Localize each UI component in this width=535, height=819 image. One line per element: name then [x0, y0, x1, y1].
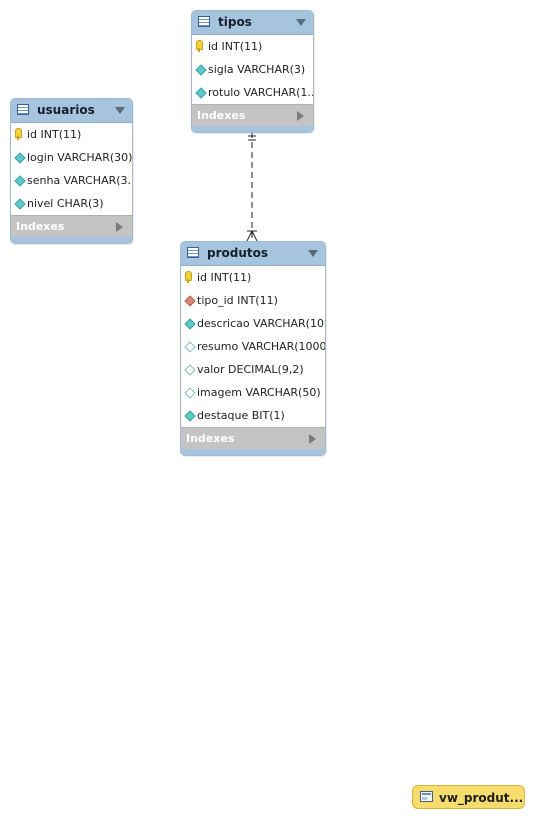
column-row[interactable]: imagem VARCHAR(50) — [181, 381, 325, 404]
view-vw-produtos[interactable]: vw_produt... — [412, 785, 525, 809]
table-header[interactable]: produtos — [181, 242, 325, 266]
table-footer — [11, 237, 132, 243]
table-header[interactable]: usuarios — [11, 99, 132, 123]
column-label: id INT(11) — [197, 271, 252, 284]
expand-arrow-icon[interactable] — [309, 434, 316, 444]
column-row[interactable]: id INT(11) — [181, 266, 325, 289]
table-icon — [187, 247, 199, 258]
column-label: tipo_id INT(11) — [197, 294, 278, 307]
primary-key-icon — [15, 128, 22, 140]
column-label: resumo VARCHAR(1000) — [197, 340, 326, 353]
column-label: sigla VARCHAR(3) — [208, 63, 306, 76]
column-diamond-icon — [195, 87, 207, 99]
column-row[interactable]: resumo VARCHAR(1000) — [181, 335, 325, 358]
nullable-column-icon — [184, 364, 196, 376]
column-label: rotulo VARCHAR(1... — [208, 86, 314, 99]
expand-arrow-icon[interactable] — [297, 111, 304, 121]
table-icon — [17, 104, 29, 115]
column-row[interactable]: nivel CHAR(3) — [11, 192, 132, 215]
primary-key-icon — [185, 271, 192, 283]
nullable-column-icon — [184, 387, 196, 399]
foreign-key-icon — [184, 295, 196, 307]
table-produtos[interactable]: produtos id INT(11) tipo_id INT(11) descri… — [180, 241, 326, 456]
table-footer — [181, 449, 325, 455]
column-diamond-icon — [14, 152, 26, 164]
indexes-section[interactable]: Indexes — [11, 215, 132, 237]
indexes-label: Indexes — [16, 220, 65, 233]
collapse-arrow-icon[interactable] — [308, 250, 318, 257]
table-title: tipos — [218, 15, 252, 29]
column-label: valor DECIMAL(9,2) — [197, 363, 304, 376]
table-tipos[interactable]: tipos id INT(11) sigla VARCHAR(3) rotulo V… — [191, 10, 314, 133]
table-icon — [198, 16, 210, 27]
column-row[interactable]: descricao VARCHAR(10... — [181, 312, 325, 335]
indexes-section[interactable]: Indexes — [181, 427, 325, 449]
table-footer — [192, 126, 313, 132]
view-icon — [420, 791, 433, 802]
column-row[interactable]: valor DECIMAL(9,2) — [181, 358, 325, 381]
expand-arrow-icon[interactable] — [116, 222, 123, 232]
collapse-arrow-icon[interactable] — [115, 107, 125, 114]
indexes-label: Indexes — [197, 109, 246, 122]
column-label: senha VARCHAR(3... — [27, 174, 133, 187]
column-row[interactable]: id INT(11) — [192, 35, 313, 58]
column-diamond-icon — [184, 318, 196, 330]
column-diamond-icon — [14, 198, 26, 210]
column-diamond-icon — [14, 175, 26, 187]
column-row[interactable]: rotulo VARCHAR(1... — [192, 81, 313, 104]
crows-foot-icon — [251, 230, 258, 242]
column-row[interactable]: senha VARCHAR(3... — [11, 169, 132, 192]
column-row[interactable]: tipo_id INT(11) — [181, 289, 325, 312]
column-diamond-icon — [184, 410, 196, 422]
column-label: id INT(11) — [208, 40, 263, 53]
column-label: nivel CHAR(3) — [27, 197, 104, 210]
nullable-column-icon — [184, 341, 196, 353]
column-row[interactable]: id INT(11) — [11, 123, 132, 146]
column-label: id INT(11) — [27, 128, 82, 141]
column-row[interactable]: sigla VARCHAR(3) — [192, 58, 313, 81]
table-usuarios[interactable]: usuarios id INT(11) login VARCHAR(30) senh… — [10, 98, 133, 244]
table-title: produtos — [207, 246, 269, 260]
column-row[interactable]: login VARCHAR(30) — [11, 146, 132, 169]
crows-foot-icon — [246, 230, 253, 242]
primary-key-icon — [196, 40, 203, 52]
column-label: login VARCHAR(30) — [27, 151, 133, 164]
indexes-section[interactable]: Indexes — [192, 104, 313, 126]
view-title: vw_produt... — [439, 791, 524, 805]
column-label: imagem VARCHAR(50) — [197, 386, 321, 399]
table-title: usuarios — [37, 103, 95, 117]
column-label: descricao VARCHAR(10... — [197, 317, 326, 330]
column-list: id INT(11) login VARCHAR(30) senha VARCHAR… — [11, 123, 132, 215]
column-row[interactable]: destaque BIT(1) — [181, 404, 325, 427]
table-header[interactable]: tipos — [192, 11, 313, 35]
column-list: id INT(11) sigla VARCHAR(3) rotulo VARCHAR… — [192, 35, 313, 104]
collapse-arrow-icon[interactable] — [296, 19, 306, 26]
column-list: id INT(11) tipo_id INT(11) descricao VARCH… — [181, 266, 325, 427]
indexes-label: Indexes — [186, 432, 235, 445]
column-label: destaque BIT(1) — [197, 409, 285, 422]
column-diamond-icon — [195, 64, 207, 76]
